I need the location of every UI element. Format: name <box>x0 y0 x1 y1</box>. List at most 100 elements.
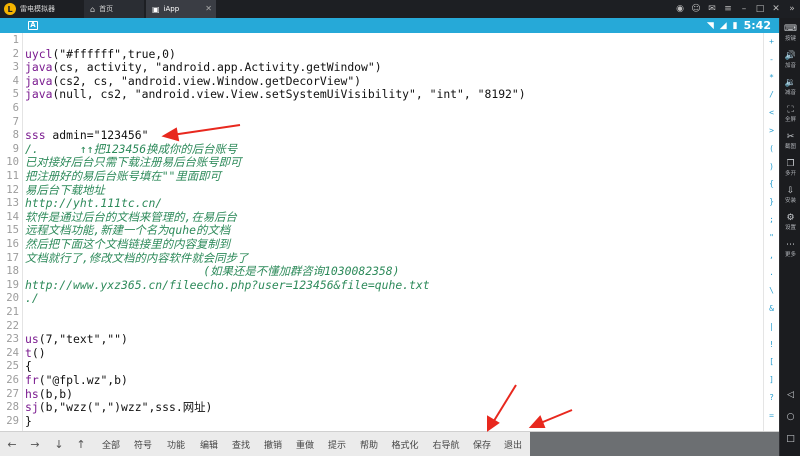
code-line[interactable]: 10 已对接好后台只需下载注册易后台账号即可 <box>0 156 763 170</box>
format-button[interactable]: 格式化 <box>387 432 423 456</box>
symbol-key[interactable]: & <box>764 304 779 314</box>
code-line[interactable]: 16 然后把下面这个文档链接里的内容复制到 <box>0 237 763 252</box>
code-line[interactable]: 27 hs(b,b) <box>0 386 763 402</box>
code-line[interactable]: 29} <box>0 414 763 429</box>
exit-button[interactable]: 退出 <box>500 432 526 456</box>
code-line[interactable]: 24 t() <box>0 346 763 361</box>
expand-icon[interactable]: » <box>784 0 800 18</box>
symbol-key[interactable]: } <box>764 197 779 207</box>
menu-icon[interactable]: ≡ <box>720 0 736 18</box>
symbol-button[interactable]: 符号 <box>130 432 156 456</box>
symbol-key[interactable]: * <box>764 73 779 83</box>
code-line[interactable]: 20 ./ <box>0 292 763 306</box>
symbol-key[interactable]: ; <box>764 215 779 225</box>
line-number: 22 <box>6 319 19 332</box>
cursor-up-button[interactable]: ↑ <box>72 432 90 456</box>
code-line[interactable]: 22 <box>0 320 763 334</box>
symbol-key[interactable]: ( <box>764 144 779 154</box>
back-icon[interactable]: ◁ <box>780 388 800 402</box>
close-window-icon[interactable]: ✕ <box>768 0 784 18</box>
symbol-key[interactable]: ? <box>764 393 779 403</box>
mail-icon[interactable]: ✉ <box>704 0 720 18</box>
code-line[interactable]: 2 uycl("#ffffff",true,0) <box>0 47 763 62</box>
code-text: hs(b,b) <box>25 386 74 401</box>
code-line[interactable]: 8 sss admin="123456" <box>0 128 763 143</box>
side-button-more[interactable]: ⋯ 更多 <box>780 240 800 266</box>
side-button-install[interactable]: ⇩ 安装 <box>780 186 800 212</box>
side-button-fullscreen[interactable]: ⛶ 全屏 <box>780 105 800 131</box>
code-line[interactable]: 17 文档就行了,修改文档的内容软件就会同步了 <box>0 250 763 266</box>
code-line[interactable]: 25 { <box>0 360 763 374</box>
side-button-gear[interactable]: ⚙ 设置 <box>780 213 800 239</box>
cursor-down-button[interactable]: ↓ <box>50 432 68 456</box>
function-keyword: fr <box>25 373 39 387</box>
code-line[interactable]: 11 把注册好的易后台账号填在""里面即可 <box>0 169 763 184</box>
line-number: 13 <box>6 197 19 210</box>
code-line[interactable]: 1 <box>0 34 763 48</box>
comment-text: 文档就行了,修改文档的内容软件就会同步了 <box>25 250 249 265</box>
code-line[interactable]: 13 http://yht.111tc.cn/ <box>0 197 763 211</box>
code-line[interactable]: 18 (如果还是不懂加群咨询1030082358) <box>0 265 763 279</box>
symbol-key[interactable]: . <box>764 268 779 278</box>
code-line[interactable]: 9 /. ↑↑把123456换成你的后台账号 <box>0 142 763 157</box>
symbol-key[interactable]: ) <box>764 162 779 172</box>
code-line[interactable]: 21 <box>0 306 763 320</box>
code-line[interactable]: 19 http://www.yxz365.cn/fileecho.php?user… <box>0 278 763 293</box>
undo-button[interactable]: 撤销 <box>260 432 286 456</box>
cursor-left-button[interactable]: ← <box>3 432 21 456</box>
side-button-volume-down[interactable]: 🔉 减音 <box>780 78 800 104</box>
symbol-key[interactable]: ] <box>764 375 779 385</box>
code-line[interactable]: 14 软件是通过后台的文档来管理的,在易后台 <box>0 210 763 225</box>
symbol-key[interactable]: + <box>764 37 779 47</box>
save-button[interactable]: 保存 <box>469 432 495 456</box>
code-line[interactable]: 12 易后台下载地址 <box>0 183 763 198</box>
user-icon[interactable]: ☺ <box>688 0 704 18</box>
code-line[interactable]: 5 java(null, cs2, "android.view.View.setS… <box>0 88 763 102</box>
home-nav-icon[interactable]: ○ <box>780 410 800 424</box>
close-tab-icon[interactable]: ✕ <box>205 4 212 13</box>
code-editor[interactable]: 1 2 uycl("#ffffff",true,0) 3 java(cs, activi… <box>0 33 763 431</box>
function-button[interactable]: 功能 <box>163 432 189 456</box>
side-button-multi-instance[interactable]: ❐ 多开 <box>780 159 800 185</box>
code-line[interactable]: 7 <box>0 116 763 130</box>
edit-button[interactable]: 编辑 <box>196 432 222 456</box>
code-line[interactable]: 4 java(cs2, cs, "android.view.Window.getD… <box>0 74 763 89</box>
maximize-icon[interactable]: □ <box>752 0 768 18</box>
right-nav-button[interactable]: 右导航 <box>428 432 464 456</box>
hint-button[interactable]: 提示 <box>324 432 350 456</box>
tab-iapp[interactable]: ▣ iApp ✕ <box>146 0 216 18</box>
line-number: 29 <box>6 414 19 427</box>
symbol-key[interactable]: { <box>764 179 779 189</box>
help-button[interactable]: 帮助 <box>356 432 382 456</box>
cursor-right-button[interactable]: → <box>26 432 44 456</box>
symbol-key[interactable]: | <box>764 322 779 332</box>
code-line[interactable]: 3 java(cs, activity, "android.app.Activit… <box>0 60 763 75</box>
gamepad-icon[interactable]: ◉ <box>672 0 688 18</box>
code-line[interactable]: 26 fr("@fpl.wz",b) <box>0 373 763 388</box>
tab-home[interactable]: ⌂ 首页 <box>84 0 144 18</box>
symbol-key[interactable]: = <box>764 411 779 421</box>
symbol-key[interactable]: , <box>764 251 779 261</box>
minimize-icon[interactable]: – <box>736 0 752 18</box>
line-number: 21 <box>6 306 19 318</box>
code-line[interactable]: 6 <box>0 102 763 116</box>
redo-button[interactable]: 重做 <box>292 432 318 456</box>
code-line[interactable]: 15 远程文档功能,新建一个名为quhe的文档 <box>0 224 763 238</box>
find-button[interactable]: 查找 <box>228 432 254 456</box>
keyboard-icon: ⌨ <box>784 24 797 34</box>
side-button-keyboard[interactable]: ⌨ 按键 <box>780 24 800 50</box>
all-button[interactable]: 全部 <box>98 432 124 456</box>
symbol-key[interactable]: / <box>764 90 779 100</box>
code-line[interactable]: 23 us(7,"text","") <box>0 332 763 347</box>
symbol-key[interactable]: - <box>764 55 779 65</box>
symbol-key[interactable]: < <box>764 108 779 118</box>
symbol-key[interactable]: \ <box>764 286 779 296</box>
side-button-volume-up[interactable]: 🔊 加音 <box>780 51 800 77</box>
symbol-key[interactable]: [ <box>764 357 779 367</box>
side-button-screenshot[interactable]: ✂ 截图 <box>780 132 800 158</box>
recent-apps-icon[interactable]: □ <box>780 432 800 446</box>
symbol-key[interactable]: " <box>764 233 779 243</box>
symbol-key[interactable]: > <box>764 126 779 136</box>
symbol-key[interactable]: ! <box>764 340 779 350</box>
code-line[interactable]: 28 sj(b,"wzz(",")wzz",sss.网址) <box>0 400 763 415</box>
